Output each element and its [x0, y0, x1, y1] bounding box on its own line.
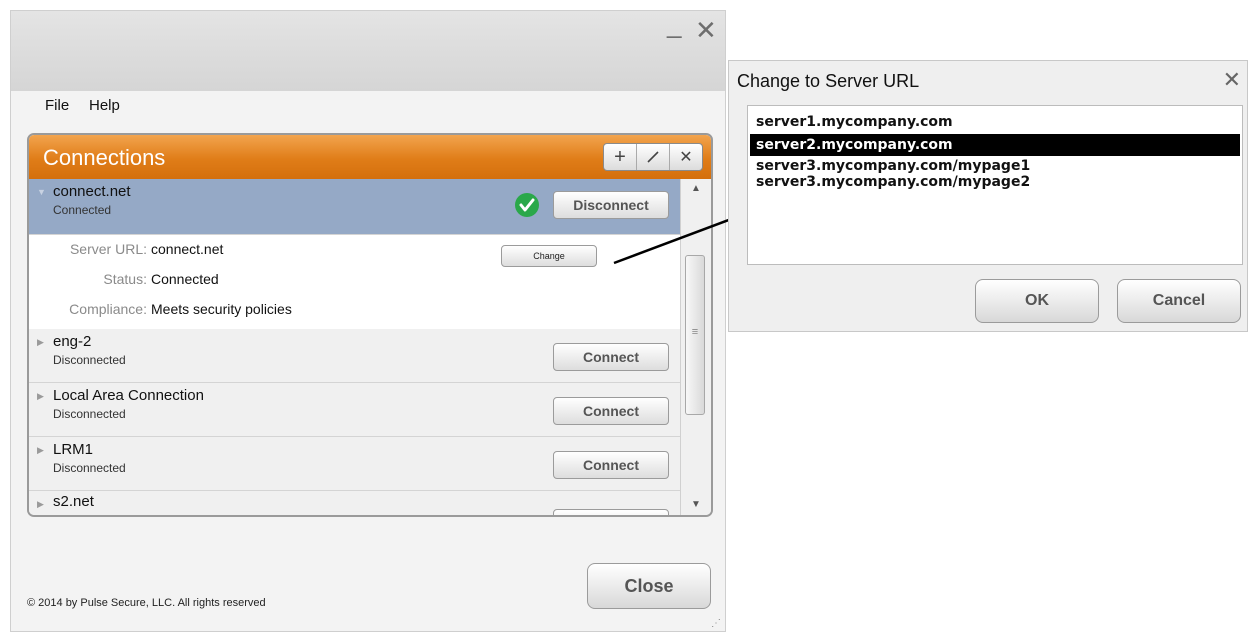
cancel-button[interactable]: Cancel — [1117, 279, 1241, 323]
dialog-close-icon[interactable]: ✕ — [1223, 67, 1241, 93]
change-server-url-dialog: Change to Server URL ✕ server1.mycompany… — [728, 60, 1248, 332]
url-option[interactable]: server1.mycompany.com — [756, 114, 953, 130]
url-option-selected[interactable]: server2.mycompany.com — [750, 134, 1240, 156]
url-option[interactable]: server3.mycompany.com/mypage1 — [756, 158, 1030, 174]
url-option[interactable]: server3.mycompany.com/mypage2 — [756, 174, 1030, 190]
ok-button[interactable]: OK — [975, 279, 1099, 323]
server-url-list: server1.mycompany.com server2.mycompany.… — [747, 105, 1243, 265]
dialog-title: Change to Server URL — [737, 71, 920, 91]
